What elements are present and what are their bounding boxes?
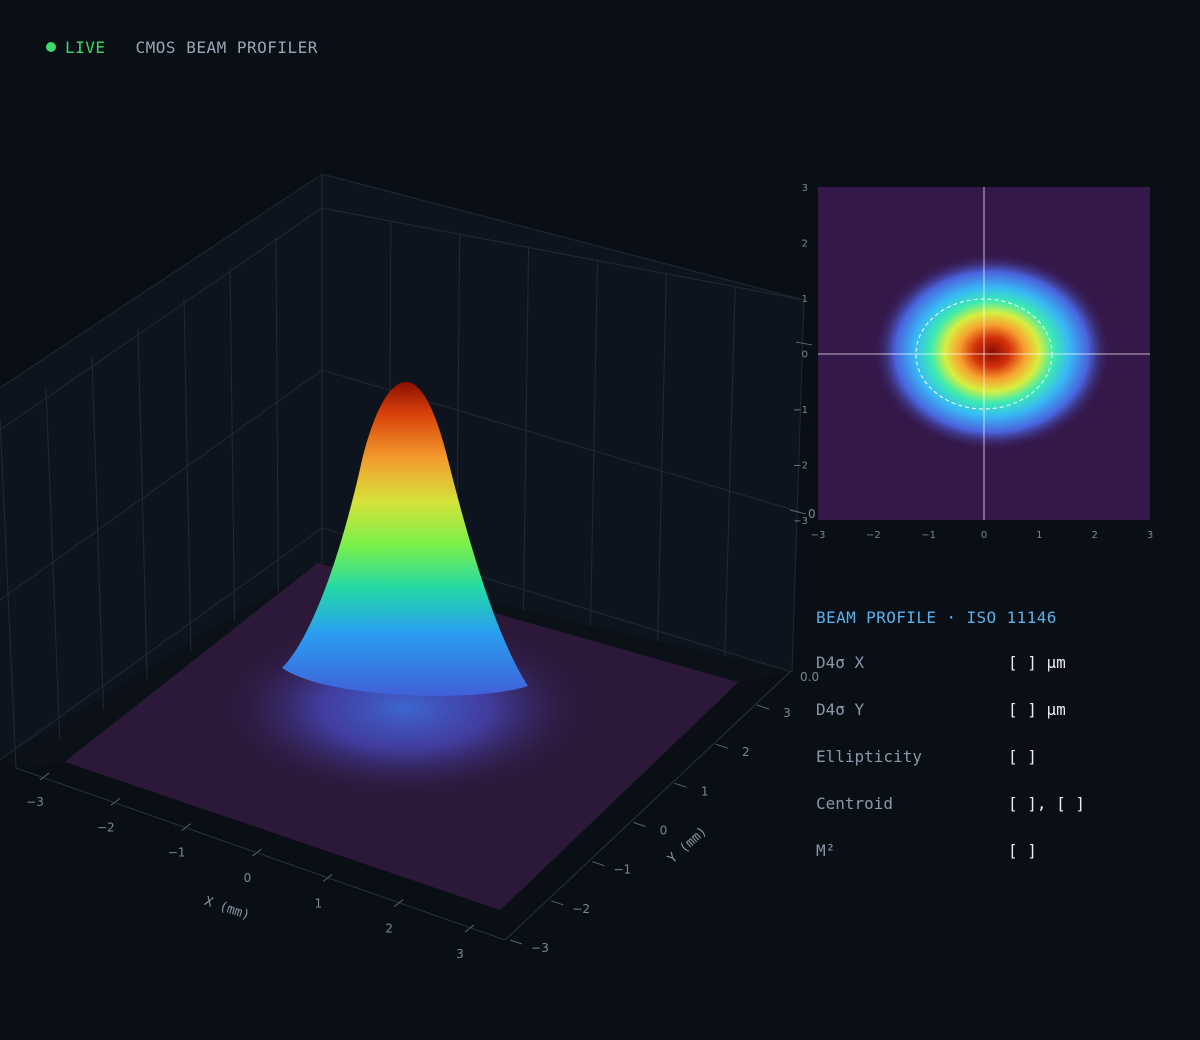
- x-tick-label: 2: [385, 922, 393, 936]
- y-tick-label: 1: [701, 784, 709, 798]
- y-tick-mark: [715, 743, 728, 749]
- heatmap-x-tick-label: 2: [1091, 530, 1097, 541]
- metric-value: [ ]: [1008, 747, 1037, 766]
- y-tick-mark: [674, 782, 687, 788]
- beam-profile-panel: BEAM PROFILE · ISO 11146 D4σ X [ ] µm D4σ…: [816, 608, 1196, 888]
- metric-m2: M² [ ]: [816, 841, 1196, 888]
- x-tick-mark: [393, 899, 404, 908]
- x-tick-mark: [323, 873, 333, 882]
- x-tick-label: −1: [168, 846, 186, 860]
- heatmap-x-tick-label: 1: [1036, 530, 1042, 541]
- y-tick-mark: [592, 861, 605, 867]
- y-tick-label: 0: [660, 824, 668, 838]
- metric-value: [ ], [ ]: [1008, 794, 1086, 813]
- x-tick-label: −3: [26, 795, 44, 809]
- metric-label: Centroid: [816, 794, 894, 813]
- x-tick-label: 0: [244, 871, 252, 885]
- heatmap-y-tick-label: 1: [802, 294, 808, 305]
- y-tick-mark: [509, 939, 523, 945]
- metric-value: [ ]: [1008, 841, 1037, 860]
- y-tick-mark: [756, 704, 770, 710]
- y-tick-label: 2: [742, 745, 750, 759]
- heatmap-y-tick-label: 2: [802, 239, 808, 250]
- y-tick-label: 3: [783, 706, 791, 720]
- metric-label: M²: [816, 841, 836, 860]
- heatmap-y-tick-label: 3: [802, 183, 808, 194]
- heatmap-y-tick-label: −1: [793, 405, 808, 416]
- heatmap-y-tick-label: 0: [802, 350, 808, 361]
- metric-value: [ ] µm: [1008, 700, 1066, 719]
- heatmap-x-tick-label: −3: [811, 530, 826, 541]
- metric-centroid: Centroid [ ], [ ]: [816, 794, 1196, 841]
- x-tick-label: 3: [456, 947, 464, 961]
- x-tick-label: −2: [97, 820, 115, 834]
- y-tick-mark: [551, 900, 564, 906]
- heatmap-y-tick-label: −2: [793, 461, 808, 472]
- x-tick-label: 1: [315, 896, 323, 910]
- heatmap-x-tick-label: −1: [921, 530, 936, 541]
- x-tick-mark: [252, 848, 262, 857]
- metric-ellipticity: Ellipticity [ ]: [816, 747, 1196, 794]
- z-tick-label: 0: [808, 507, 816, 521]
- y-tick-mark: [633, 822, 646, 827]
- panel-title: BEAM PROFILE · ISO 11146: [816, 608, 1057, 627]
- y-tick-label: −1: [613, 863, 631, 877]
- heatmap-x-tick-label: 3: [1147, 530, 1153, 541]
- heatmap-beam-spot: [874, 254, 1110, 450]
- heatmap-y-tick-label: −3: [793, 516, 808, 527]
- beam-heatmap: −3 −2 −1 0 1 2 3 3 2 1 0 −1 −2 −3: [793, 183, 1153, 541]
- metric-label: D4σ Y: [816, 700, 865, 719]
- metric-label: D4σ X: [816, 653, 865, 672]
- metric-d4s-y: D4σ Y [ ] µm: [816, 700, 1196, 747]
- y-tick-label: −2: [572, 902, 590, 916]
- metric-d4s-x: D4σ X [ ] µm: [816, 653, 1196, 700]
- metric-value: [ ] µm: [1008, 653, 1066, 672]
- heatmap-x-tick-label: 0: [981, 530, 987, 541]
- x-axis-label: X (mm): [202, 894, 251, 923]
- y-axis-label: Y (mm): [665, 824, 710, 867]
- heatmap-x-tick-label: −2: [866, 530, 881, 541]
- y-tick-label: −3: [531, 941, 549, 955]
- metric-label: Ellipticity: [816, 747, 922, 766]
